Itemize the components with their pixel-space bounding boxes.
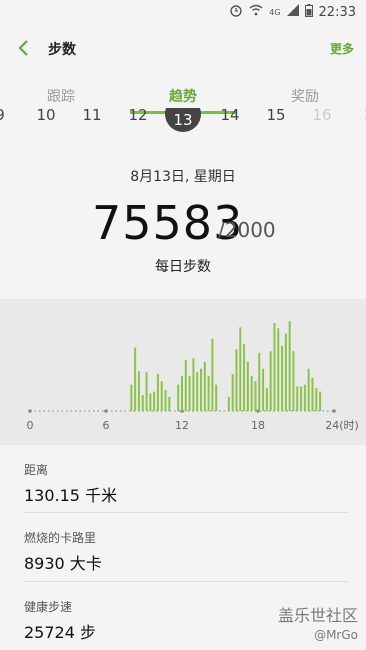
wifi-icon <box>249 4 263 20</box>
chart-bar <box>207 375 210 411</box>
status-time: 22:33 <box>318 4 356 20</box>
page-title: 步数 <box>48 42 76 58</box>
chart-bar <box>181 375 183 411</box>
chart-bar <box>153 391 156 411</box>
chart-bar <box>254 381 257 411</box>
chart-bar <box>235 349 238 411</box>
chart-bar <box>239 327 242 411</box>
signal-icon <box>286 4 299 20</box>
chart-tick-mark <box>104 409 108 413</box>
status-bar: 4G 22:33 <box>0 0 366 24</box>
calories-label: 燃烧的卡路里 <box>24 531 97 545</box>
chart-tick-mark <box>28 409 32 413</box>
divider <box>24 512 348 513</box>
calories-value: 8930 大卡 <box>24 554 102 573</box>
distance-item: 距离 130.15 千米 <box>24 461 117 506</box>
chart-bar <box>288 321 291 411</box>
day-selector: 9 10 11 12 13 14 15 16 1 <box>0 108 366 142</box>
chart-bar <box>149 393 152 411</box>
calories-item: 燃烧的卡路里 8930 大卡 <box>24 529 102 574</box>
daily-steps-label: 每日步数 <box>155 259 211 275</box>
date-label: 8月13日, 星期日 <box>130 169 236 185</box>
chart-bar <box>246 361 249 411</box>
chart-bar <box>303 384 306 411</box>
chart-tick-label: 12 <box>175 419 189 432</box>
chart-bar <box>311 377 314 411</box>
watermark-user: @MrGo <box>314 628 358 642</box>
healthy-pace-value: 25724 步 <box>24 623 96 642</box>
chart-bar <box>227 396 230 411</box>
healthy-pace-label: 健康步速 <box>24 600 73 614</box>
day-item[interactable]: 10 <box>28 108 64 124</box>
day-item[interactable]: 12 <box>120 108 156 124</box>
alarm-icon <box>229 3 243 21</box>
chart-bar <box>292 351 295 411</box>
day-item[interactable]: 14 <box>212 108 248 124</box>
network-type: 4G <box>269 7 281 17</box>
more-button[interactable]: 更多 <box>330 40 354 57</box>
chart-bar <box>284 333 287 411</box>
chart-bar <box>281 345 284 411</box>
day-item[interactable]: 15 <box>258 108 294 124</box>
watermark-title: 盖乐世社区 <box>277 606 358 625</box>
chart-bar <box>196 372 199 411</box>
chart-bar <box>177 384 180 411</box>
battery-icon <box>304 3 313 21</box>
distance-label: 距离 <box>24 463 49 477</box>
back-button[interactable] <box>12 36 36 60</box>
app-bar: 步数 更多 <box>0 24 366 74</box>
chart-tick-label: 24(时) <box>325 419 359 432</box>
chart-bar <box>231 374 234 411</box>
chart-bar <box>258 352 261 411</box>
chart-bar <box>192 358 195 411</box>
chart-bar <box>215 384 218 411</box>
chart-bar <box>277 328 280 411</box>
chart-bar <box>243 344 246 411</box>
chart-tick-label: 6 <box>103 419 110 432</box>
day-item[interactable]: 11 <box>74 108 110 124</box>
chart-bar <box>296 386 299 411</box>
chart-svg: 0 6 12 18 24(时) <box>27 321 359 432</box>
chart-bar <box>200 368 202 411</box>
chart-bar <box>319 391 322 411</box>
chart-bar <box>134 347 137 411</box>
chart-bar <box>300 386 303 411</box>
chart-tick-mark <box>332 409 336 413</box>
chart-bar <box>130 384 133 411</box>
chart-bar <box>265 388 268 411</box>
chart-bar <box>156 374 159 411</box>
chart-tick-label: 18 <box>251 419 265 432</box>
chart-bar <box>315 388 318 411</box>
watermark: 盖乐世社区 @MrGo <box>278 602 358 642</box>
chart-bar <box>168 396 171 411</box>
chevron-left-icon <box>18 40 28 56</box>
chart-bar <box>307 368 310 411</box>
day-item[interactable]: 9 <box>0 108 18 124</box>
divider <box>24 581 348 582</box>
chart-tick-label: 0 <box>27 419 34 432</box>
healthy-pace-item: 健康步速 25724 步 <box>24 598 96 643</box>
steps-goal: /2000 <box>218 218 276 242</box>
hourly-steps-chart: 0 6 12 18 24(时) <box>0 299 366 445</box>
chart-bar <box>137 371 140 411</box>
chart-bar <box>141 395 144 411</box>
day-item[interactable]: 16 <box>304 108 340 124</box>
chart-bar <box>188 375 191 411</box>
day-item[interactable]: 1 <box>350 108 366 124</box>
chart-bar <box>164 389 167 411</box>
chart-bar <box>145 372 148 411</box>
chart-bar <box>262 368 265 411</box>
chart-bar <box>269 351 272 411</box>
chart-bar <box>160 381 163 411</box>
chart-bar <box>184 359 187 411</box>
distance-value: 130.15 千米 <box>24 486 118 505</box>
chart-bar <box>250 375 253 411</box>
chart-bar <box>203 361 206 411</box>
summary-card: 8月13日, 星期日 75583 /2000 每日步数 <box>0 142 366 299</box>
chart-bar <box>273 323 276 411</box>
day-item-selected[interactable]: 13 <box>165 108 201 132</box>
chart-bar <box>211 338 214 411</box>
